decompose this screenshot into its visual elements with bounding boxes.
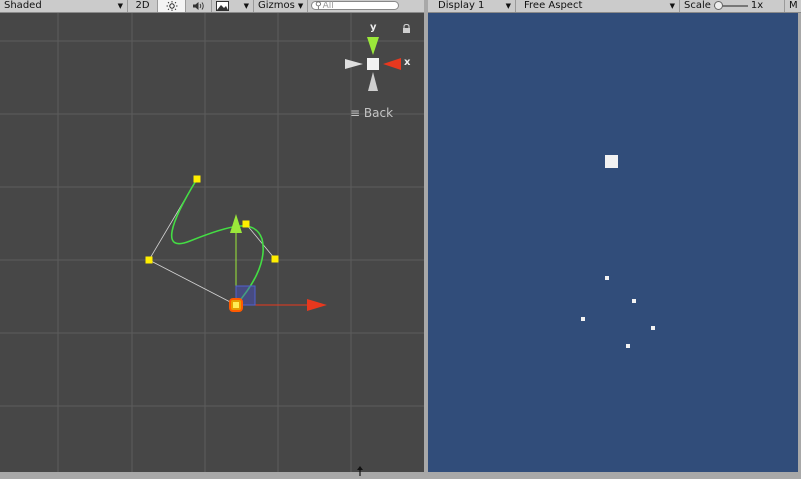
aspect-label: Free Aspect: [524, 0, 583, 11]
pivot-handle-core: [233, 302, 239, 308]
game-toolbar: Display 1 ▼ Free Aspect ▼ Scale 1x M: [428, 0, 801, 13]
scene-audio-toggle[interactable]: [186, 0, 212, 12]
scale-control: Scale 1x: [680, 0, 785, 12]
scale-value: 1x: [750, 0, 764, 11]
image-icon: [216, 1, 229, 11]
control-point[interactable]: [193, 175, 201, 183]
gizmo-x-label: x: [404, 57, 411, 68]
game-object-small: [626, 344, 630, 348]
dropdown-arrow-icon: ▼: [117, 2, 123, 10]
view-back-label[interactable]: ≡ Back: [350, 106, 393, 120]
search-placeholder: All: [322, 0, 334, 11]
dropdown-arrow-icon: ▼: [243, 2, 249, 10]
game-object-small: [632, 299, 636, 303]
scale-label: Scale: [684, 0, 711, 11]
mode-2d-label: 2D: [135, 0, 150, 11]
control-point[interactable]: [145, 256, 153, 264]
game-object-small: [581, 317, 585, 321]
mouse-cursor-icon: [357, 466, 363, 476]
maximize-label: M: [789, 0, 798, 11]
gizmos-label: Gizmos: [258, 0, 295, 11]
gizmo-y-label: y: [370, 22, 377, 33]
display-dropdown[interactable]: Display 1 ▼: [428, 0, 516, 12]
control-point[interactable]: [271, 255, 279, 263]
gizmos-dropdown[interactable]: Gizmos ▼: [254, 0, 308, 12]
scale-slider-thumb[interactable]: [713, 1, 723, 10]
control-point[interactable]: [242, 220, 250, 228]
scene-lighting-toggle[interactable]: [158, 0, 186, 12]
scene-canvas[interactable]: [0, 13, 424, 475]
dropdown-arrow-icon: ▼: [505, 2, 511, 10]
gizmo-y-cone-icon[interactable]: [367, 37, 379, 55]
gizmo-x-cone-icon[interactable]: [383, 58, 401, 70]
search-icon: ⚲: [315, 0, 322, 11]
x-axis-arrow[interactable]: [307, 299, 327, 311]
sun-icon: [166, 1, 177, 11]
lock-icon[interactable]: [402, 24, 411, 33]
dropdown-arrow-icon: ▼: [297, 2, 304, 10]
scene-view[interactable]: y x ≡ Back: [0, 13, 424, 475]
gizmo-neg-x-cone-icon[interactable]: [345, 59, 363, 69]
bottom-status-bar: [0, 472, 801, 479]
dropdown-arrow-icon: ▼: [669, 2, 675, 10]
scale-slider[interactable]: [713, 1, 748, 11]
orientation-gizmo[interactable]: [345, 37, 401, 91]
scene-grid: [0, 13, 424, 475]
display-label: Display 1: [438, 0, 485, 11]
scene-toolbar: Shaded ▼ 2D ▼ Gizmos ▼ ⚲ All: [0, 0, 424, 13]
menu-lines-icon: ≡: [350, 106, 361, 120]
game-object-small: [605, 276, 609, 280]
gizmo-center-cube-icon[interactable]: [367, 58, 379, 70]
game-object-small: [651, 326, 655, 330]
maximize-toggle[interactable]: M: [785, 0, 801, 12]
shading-mode-label: Shaded: [4, 0, 42, 11]
bezier-handle-lines: [148, 178, 276, 306]
speaker-icon: [192, 2, 204, 10]
scene-effects-dropdown[interactable]: ▼: [212, 0, 254, 12]
mode-2d-toggle[interactable]: 2D: [128, 0, 158, 12]
game-canvas: [581, 155, 655, 348]
back-label-text: Back: [363, 106, 394, 120]
search-field[interactable]: ⚲ All: [311, 0, 399, 11]
game-object-large: [605, 155, 618, 168]
shading-mode-dropdown[interactable]: Shaded ▼: [0, 0, 128, 12]
game-view[interactable]: [428, 13, 798, 472]
gizmo-neg-y-cone-icon[interactable]: [368, 72, 378, 91]
y-axis-arrow[interactable]: [230, 214, 242, 233]
aspect-dropdown[interactable]: Free Aspect ▼: [516, 0, 680, 12]
